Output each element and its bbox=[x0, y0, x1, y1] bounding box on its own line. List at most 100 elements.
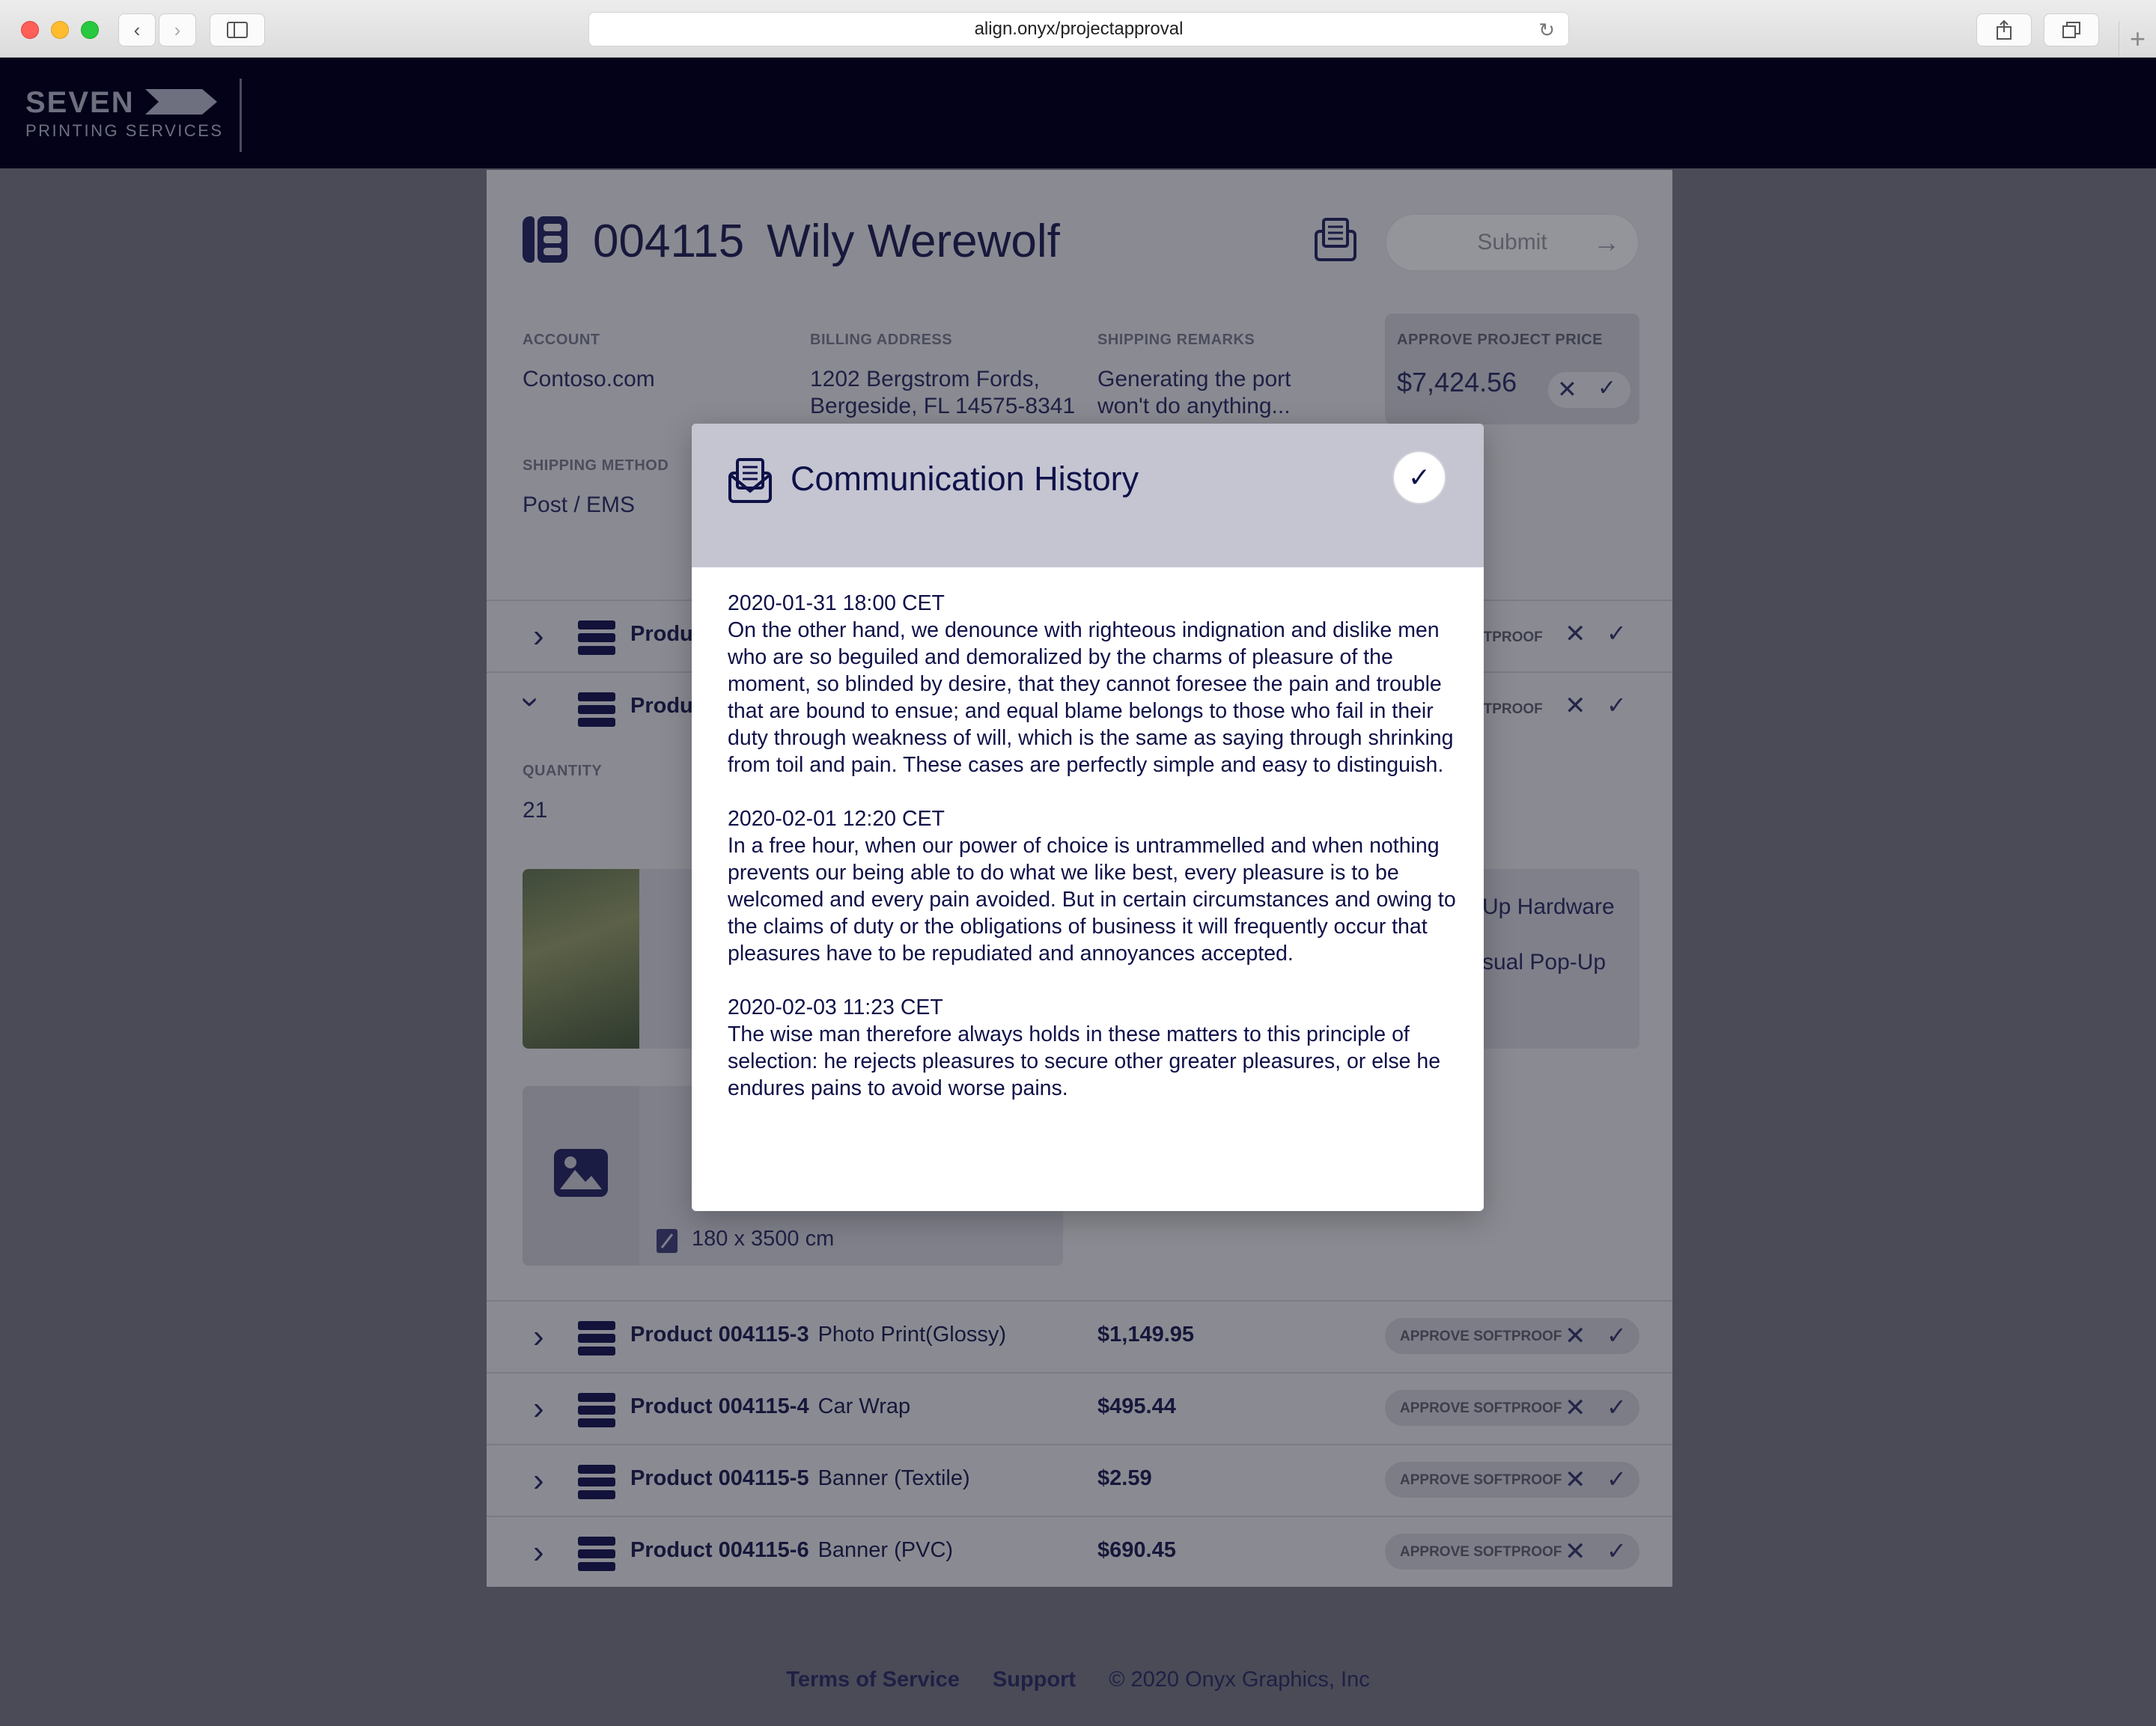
product-name: Product 004115-6 Banner (PVC) bbox=[630, 1538, 953, 1563]
product-row[interactable]: › Product 004115-3 Photo Print(Glossy) $1,1… bbox=[487, 1302, 1672, 1372]
file-size-text: 180 x 3500 cm bbox=[692, 1227, 835, 1251]
confirm-close-button[interactable]: ✓ bbox=[1392, 451, 1446, 504]
entry-timestamp: 2020-02-01 12:20 CET bbox=[728, 807, 945, 831]
billing-line-1: 1202 Bergstrom Fords, bbox=[810, 367, 1040, 391]
product-id: Product 004115-4 bbox=[630, 1394, 809, 1418]
plus-icon: + bbox=[2129, 23, 2146, 54]
product-stack-icon bbox=[578, 1321, 615, 1356]
reject-softproof-icon[interactable]: ✕ bbox=[1565, 1321, 1586, 1351]
page-title: 004115 Wily Werewolf bbox=[593, 215, 1060, 268]
approve-softproof-icon[interactable]: ✓ bbox=[1607, 619, 1627, 647]
product-row[interactable]: › Product 004115-6 Banner (PVC) $690.45 APPR… bbox=[487, 1517, 1672, 1588]
entry-text: On the other hand, we denounce with righ… bbox=[728, 618, 1454, 777]
terms-of-service-link[interactable]: Terms of Service bbox=[786, 1668, 960, 1692]
browser-toolbar: ‹ › align.onyx/projectapproval ↻ + bbox=[0, 0, 2156, 58]
product-name: Product 004115-3 Photo Print(Glossy) bbox=[630, 1323, 1006, 1347]
file-option-2: sual Pop-Up bbox=[1482, 950, 1607, 975]
reload-icon[interactable]: ↻ bbox=[1538, 19, 1555, 42]
product-row[interactable]: › Product 004115-4 Car Wrap $495.44 APPROVE … bbox=[487, 1373, 1672, 1444]
chevron-right-icon: › bbox=[174, 18, 181, 41]
tabs-overview-button[interactable] bbox=[2044, 13, 2099, 46]
approve-softproof-label: APPROVE SOFTPROOF bbox=[1400, 1329, 1562, 1344]
project-name: Wily Werewolf bbox=[767, 216, 1060, 267]
shipping-remarks-line-2: won't do anything... bbox=[1097, 394, 1291, 418]
chevron-right-icon[interactable]: › bbox=[533, 1318, 544, 1356]
address-bar[interactable]: align.onyx/projectapproval ↻ bbox=[588, 12, 1569, 46]
approve-softproof-icon[interactable]: ✓ bbox=[1607, 1393, 1627, 1421]
dimensions-icon bbox=[657, 1229, 677, 1253]
communication-list: 2020-01-31 18:00 CET On the other hand, … bbox=[728, 590, 1461, 1129]
approve-softproof-label: APPROVE SOFTPROOF bbox=[1400, 1472, 1562, 1488]
modal-header: Communication History ✓ bbox=[692, 424, 1484, 567]
communication-history-icon[interactable] bbox=[1313, 216, 1358, 263]
support-link[interactable]: Support bbox=[993, 1668, 1076, 1692]
account-label: ACCOUNT bbox=[523, 332, 600, 348]
approve-softproof-toggle: APPROVE SOFTPROOF ✕ ✓ bbox=[1385, 1390, 1639, 1426]
file-thumbnail-image[interactable] bbox=[523, 869, 639, 1049]
reject-softproof-icon[interactable]: ✕ bbox=[1565, 1537, 1586, 1567]
product-id: Product 004115-3 bbox=[630, 1323, 809, 1347]
communication-entry: 2020-02-03 11:23 CET The wise man theref… bbox=[728, 994, 1461, 1102]
checkmark-icon: ✓ bbox=[1407, 462, 1431, 493]
submit-label: Submit bbox=[1477, 230, 1547, 254]
file-option-1: Up Hardware bbox=[1482, 894, 1615, 919]
billing-address-label: BILLING ADDRESS bbox=[810, 332, 953, 348]
forward-button[interactable]: › bbox=[159, 13, 196, 46]
product-stack-icon bbox=[578, 620, 615, 655]
product-row[interactable]: › Product 004115-5 Banner (Textile) $2.59 AP… bbox=[487, 1445, 1672, 1516]
approve-softproof-icon[interactable]: ✓ bbox=[1607, 1537, 1627, 1565]
copyright-text: © 2020 Onyx Graphics, Inc bbox=[1109, 1668, 1370, 1692]
chevron-down-icon[interactable]: › bbox=[512, 697, 549, 708]
close-window-button[interactable] bbox=[21, 21, 39, 39]
approve-price-icon[interactable]: ✓ bbox=[1598, 375, 1616, 401]
chevron-right-icon[interactable]: › bbox=[533, 1462, 544, 1499]
placeholder-thumbnail bbox=[523, 1086, 639, 1266]
shipping-remarks-label: SHIPPING REMARKS bbox=[1097, 332, 1255, 348]
app-header: SEVEN PRINTING SERVICES bbox=[0, 58, 2156, 168]
sidebar-toggle-button[interactable] bbox=[210, 13, 265, 46]
chevron-right-icon[interactable]: › bbox=[533, 617, 544, 655]
approve-softproof-toggle: APPROVE SOFTPROOF ✕ ✓ bbox=[1385, 1318, 1639, 1354]
product-price: $2.59 bbox=[1097, 1466, 1152, 1490]
approve-softproof-toggle: APPROVE SOFTPROOF ✕ ✓ bbox=[1385, 1462, 1639, 1498]
communication-entry: 2020-01-31 18:00 CET On the other hand, … bbox=[728, 590, 1461, 778]
approve-softproof-icon[interactable]: ✓ bbox=[1607, 1465, 1627, 1493]
product-type: Car Wrap bbox=[817, 1394, 911, 1418]
submit-button[interactable]: Submit → bbox=[1385, 213, 1639, 272]
tabs-icon bbox=[2062, 22, 2080, 38]
new-tab-button[interactable]: + bbox=[2119, 21, 2156, 58]
account-value: Contoso.com bbox=[523, 367, 655, 391]
url-text: align.onyx/projectapproval bbox=[974, 19, 1184, 39]
billing-line-2: Bergeside, FL 14575-8341 bbox=[810, 394, 1076, 418]
logo-arrow-icon bbox=[145, 89, 217, 115]
envelope-letter-icon bbox=[728, 458, 772, 503]
header-divider bbox=[240, 79, 242, 152]
reject-softproof-icon[interactable]: ✕ bbox=[1565, 691, 1586, 721]
product-id: Product 004115-6 bbox=[630, 1538, 809, 1562]
shipping-method-value: Post / EMS bbox=[523, 493, 636, 517]
project-price: $7,424.56 bbox=[1397, 367, 1517, 397]
approve-softproof-icon[interactable]: ✓ bbox=[1607, 691, 1627, 719]
product-type: Banner (Textile) bbox=[817, 1466, 970, 1490]
zoom-window-button[interactable] bbox=[81, 21, 99, 39]
approve-softproof-label: APPROVE SOFTPROOF bbox=[1400, 1400, 1562, 1416]
approve-softproof-icon[interactable]: ✓ bbox=[1607, 1321, 1627, 1350]
project-number: 004115 bbox=[593, 216, 745, 267]
minimize-window-button[interactable] bbox=[51, 21, 69, 39]
image-placeholder-icon bbox=[554, 1149, 608, 1197]
chevron-right-icon[interactable]: › bbox=[533, 1390, 544, 1427]
reject-softproof-icon[interactable]: ✕ bbox=[1565, 1393, 1586, 1423]
chevron-right-icon[interactable]: › bbox=[533, 1534, 544, 1571]
seven-logo[interactable]: SEVEN PRINTING SERVICES bbox=[25, 86, 228, 146]
share-button[interactable] bbox=[1976, 13, 2032, 46]
reject-price-icon[interactable]: ✕ bbox=[1557, 375, 1577, 403]
shipping-remarks-line-1: Generating the port bbox=[1097, 367, 1291, 391]
back-button[interactable]: ‹ bbox=[118, 13, 156, 46]
reject-softproof-icon[interactable]: ✕ bbox=[1565, 1465, 1586, 1495]
reject-softproof-icon[interactable]: ✕ bbox=[1565, 619, 1586, 649]
product-price: $690.45 bbox=[1097, 1538, 1176, 1562]
approve-price-box: APPROVE PROJECT PRICE $7,424.56 ✕ ✓ bbox=[1385, 314, 1639, 424]
footer: Terms of Service Support © 2020 Onyx Gra… bbox=[0, 1668, 2156, 1692]
product-stack-icon bbox=[578, 1393, 615, 1427]
product-price: $1,149.95 bbox=[1097, 1323, 1195, 1347]
